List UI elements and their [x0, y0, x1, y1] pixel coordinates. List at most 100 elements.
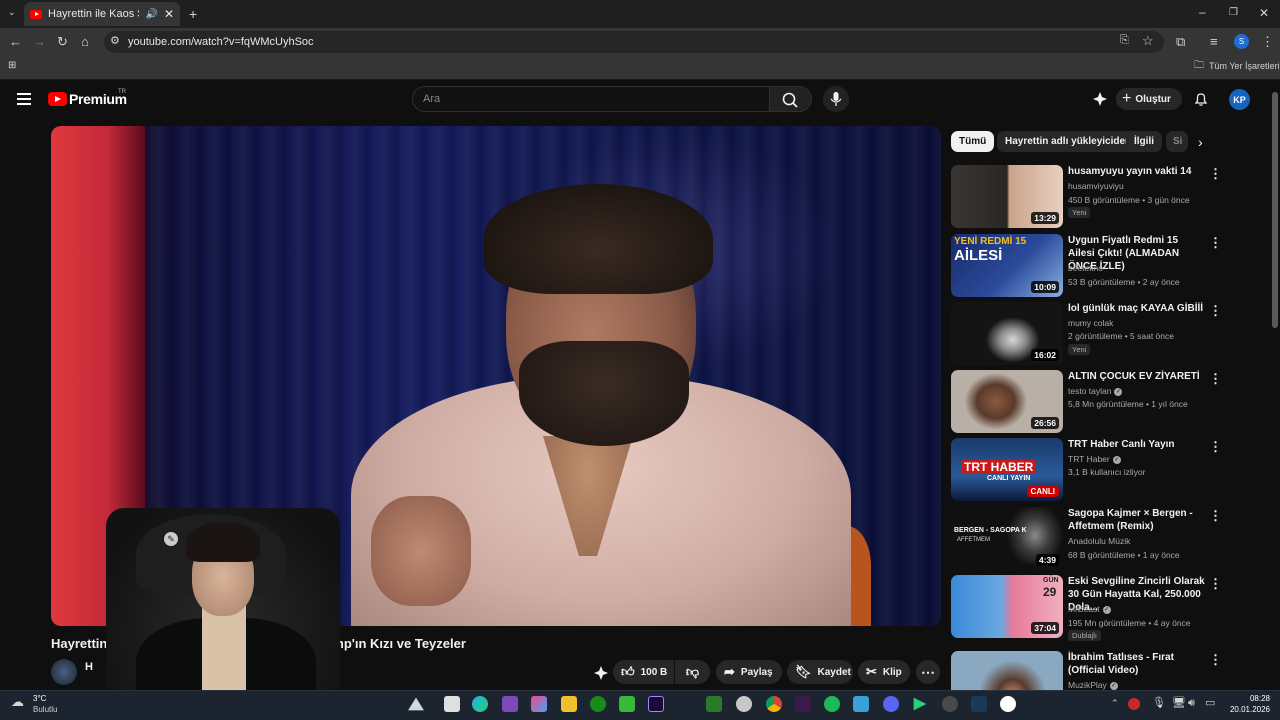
like-button[interactable]: 👍︎ 100 B: [613, 660, 674, 684]
copilot-icon[interactable]: [531, 696, 547, 712]
site-info-icon[interactable]: ⚙: [110, 36, 120, 47]
microphone-tray-icon[interactable]: 🎙︎: [1152, 698, 1166, 709]
window-close-icon[interactable]: ✕: [1259, 7, 1269, 19]
more-options-icon[interactable]: ⋮: [1209, 509, 1222, 522]
edge-icon[interactable]: [472, 696, 488, 712]
premium-sparkle-icon[interactable]: [1092, 91, 1108, 107]
install-app-icon[interactable]: ⎘: [1120, 35, 1129, 46]
video-thumbnail[interactable]: 13:29: [951, 165, 1063, 228]
more-actions-button[interactable]: ⋯: [916, 660, 940, 684]
back-icon[interactable]: ←: [9, 35, 22, 48]
video-title[interactable]: Sagopa Kajmer × Bergen - Affetmem (Remix…: [1068, 507, 1206, 533]
chip-next[interactable]: Si: [1166, 131, 1188, 152]
profile-avatar[interactable]: S: [1234, 34, 1249, 49]
video-thumbnail[interactable]: YENİ REDMİ 15 AİLESİ 10:09: [951, 234, 1063, 297]
video-thumbnail[interactable]: 26:56: [951, 370, 1063, 433]
more-options-icon[interactable]: ⋮: [1209, 653, 1221, 666]
weather-cloud-icon[interactable]: ☁: [11, 695, 24, 708]
task-view-icon[interactable]: [444, 696, 460, 712]
channel-name[interactable]: husamviyuviyu: [1068, 181, 1124, 191]
discord-icon[interactable]: [883, 696, 899, 712]
channel-avatar[interactable]: [51, 659, 77, 685]
premium-sparkle-icon[interactable]: [593, 665, 609, 681]
recommended-item[interactable]: İbrahim Tatlıses - Fırat (Official Video…: [951, 651, 1221, 690]
channel-name[interactable]: H: [85, 661, 93, 673]
chip-all[interactable]: Tümü: [951, 131, 995, 152]
taskbar-date[interactable]: 20.01.2026: [1226, 705, 1270, 714]
app-icon[interactable]: [942, 696, 958, 712]
all-bookmarks-label[interactable]: Tüm Yer İşaretleri: [1209, 61, 1280, 71]
channel-name[interactable]: testo taylan ✓: [1068, 386, 1123, 396]
create-button[interactable]: + Oluştur: [1116, 88, 1182, 110]
clip-button[interactable]: ✂ Klip: [858, 660, 910, 684]
dislike-button[interactable]: 👎︎: [675, 660, 710, 684]
search-input[interactable]: [412, 86, 770, 112]
channel-name[interactable]: MuzikPlay ✓: [1068, 680, 1118, 690]
recommended-item[interactable]: BERGEN - SAGOPA K AFFETMEM 4:39 Sagopa K…: [951, 507, 1222, 571]
file-explorer-icon[interactable]: [561, 696, 577, 712]
taskbar-clock[interactable]: 08:28: [1226, 694, 1270, 703]
tab-close-icon[interactable]: ✕: [164, 7, 174, 21]
video-thumbnail[interactable]: 16:02: [951, 302, 1063, 365]
more-options-icon[interactable]: ⋮: [1209, 440, 1222, 453]
weather-temperature[interactable]: 3°C: [33, 694, 46, 703]
minecraft-icon[interactable]: [706, 696, 722, 712]
page-scrollbar[interactable]: [1272, 92, 1278, 328]
app-icon[interactable]: [1000, 696, 1016, 712]
volume-icon[interactable]: 🔊︎: [1188, 698, 1195, 709]
restore-icon[interactable]: ❐: [1229, 8, 1238, 18]
apps-grid-icon[interactable]: ⊞: [8, 61, 16, 71]
more-options-icon[interactable]: ⋮: [1209, 236, 1222, 249]
video-title[interactable]: TRT Haber Canlı Yayın: [1068, 438, 1206, 451]
premiere-icon[interactable]: [648, 696, 664, 712]
channel-name[interactable]: mumy colak: [1068, 318, 1113, 328]
video-title[interactable]: lol günlük maç KAYAA GİBİİİ: [1068, 302, 1206, 315]
app-icon[interactable]: [502, 696, 518, 712]
chrome-icon[interactable]: [766, 696, 782, 712]
app-icon[interactable]: [619, 696, 635, 712]
weather-description[interactable]: Bulutlu: [33, 705, 57, 714]
tray-app-icon[interactable]: [1128, 698, 1140, 710]
youtube-logo-icon[interactable]: [48, 92, 67, 106]
notifications-bell-icon[interactable]: [1193, 91, 1209, 107]
bookmark-star-icon[interactable]: ☆: [1142, 34, 1154, 47]
chips-next-chevron-icon[interactable]: ›: [1198, 135, 1203, 149]
save-button[interactable]: 🔖︎ Kaydet: [787, 660, 853, 684]
recommended-item[interactable]: TRT HABER CANLI YAYIN CANLI TRT Haber Ca…: [951, 438, 1222, 502]
recommended-item[interactable]: 16:02 lol günlük maç KAYAA GİBİİİ mumy c…: [951, 302, 1222, 366]
extensions-icon[interactable]: ⧉: [1176, 35, 1185, 48]
hamburger-menu-icon[interactable]: [17, 93, 31, 105]
app-icon[interactable]: [795, 696, 811, 712]
more-options-icon[interactable]: ⋮: [1209, 577, 1222, 590]
more-options-icon[interactable]: ⋮: [1209, 304, 1222, 317]
media-controls-icon[interactable]: ≡: [1210, 35, 1218, 48]
video-thumbnail[interactable]: BERGEN - SAGOPA K AFFETMEM 4:39: [951, 507, 1063, 570]
tab-search-icon[interactable]: ⌄: [8, 8, 16, 17]
channel-name[interactable]: MrBeast ✓: [1068, 604, 1111, 614]
voice-search-button[interactable]: [823, 86, 849, 112]
channel-name[interactable]: TRT Haber ✓: [1068, 454, 1121, 464]
share-button[interactable]: ➦ Paylaş: [716, 660, 782, 684]
video-thumbnail[interactable]: TRT HABER CANLI YAYIN CANLI: [951, 438, 1063, 501]
browser-tab[interactable]: Hayrettin ile Kaos Show - 2 🔊 ✕: [24, 2, 180, 26]
channel-name[interactable]: beetekno: [1068, 263, 1103, 273]
video-thumbnail[interactable]: GÜN 29 37:04: [951, 575, 1063, 638]
network-icon[interactable]: 🖥︎: [1172, 698, 1186, 709]
steam-icon[interactable]: [971, 696, 987, 712]
chess-icon[interactable]: [736, 696, 752, 712]
speaker-icon[interactable]: 🔊: [145, 9, 157, 20]
video-thumbnail[interactable]: [951, 651, 1063, 690]
new-tab-icon[interactable]: +: [189, 7, 197, 21]
spotify-icon[interactable]: [824, 696, 840, 712]
search-button[interactable]: [770, 86, 812, 112]
home-icon[interactable]: ⌂: [81, 35, 89, 48]
app-icon[interactable]: [853, 696, 869, 712]
recommended-item[interactable]: 13:29 husamyuyu yayın vakti 14 husamviyu…: [951, 165, 1222, 229]
xbox-icon[interactable]: [590, 696, 606, 712]
account-avatar[interactable]: KP: [1229, 89, 1250, 110]
minimize-icon[interactable]: –: [1199, 6, 1206, 18]
recommended-item[interactable]: GÜN 29 37:04 Eski Sevgiline Zincirli Ola…: [951, 575, 1222, 641]
video-title[interactable]: İbrahim Tatlıses - Fırat (Official Video…: [1068, 651, 1206, 677]
video-title[interactable]: husamyuyu yayın vakti 14: [1068, 165, 1206, 178]
chip-related[interactable]: İlgili: [1126, 131, 1162, 152]
